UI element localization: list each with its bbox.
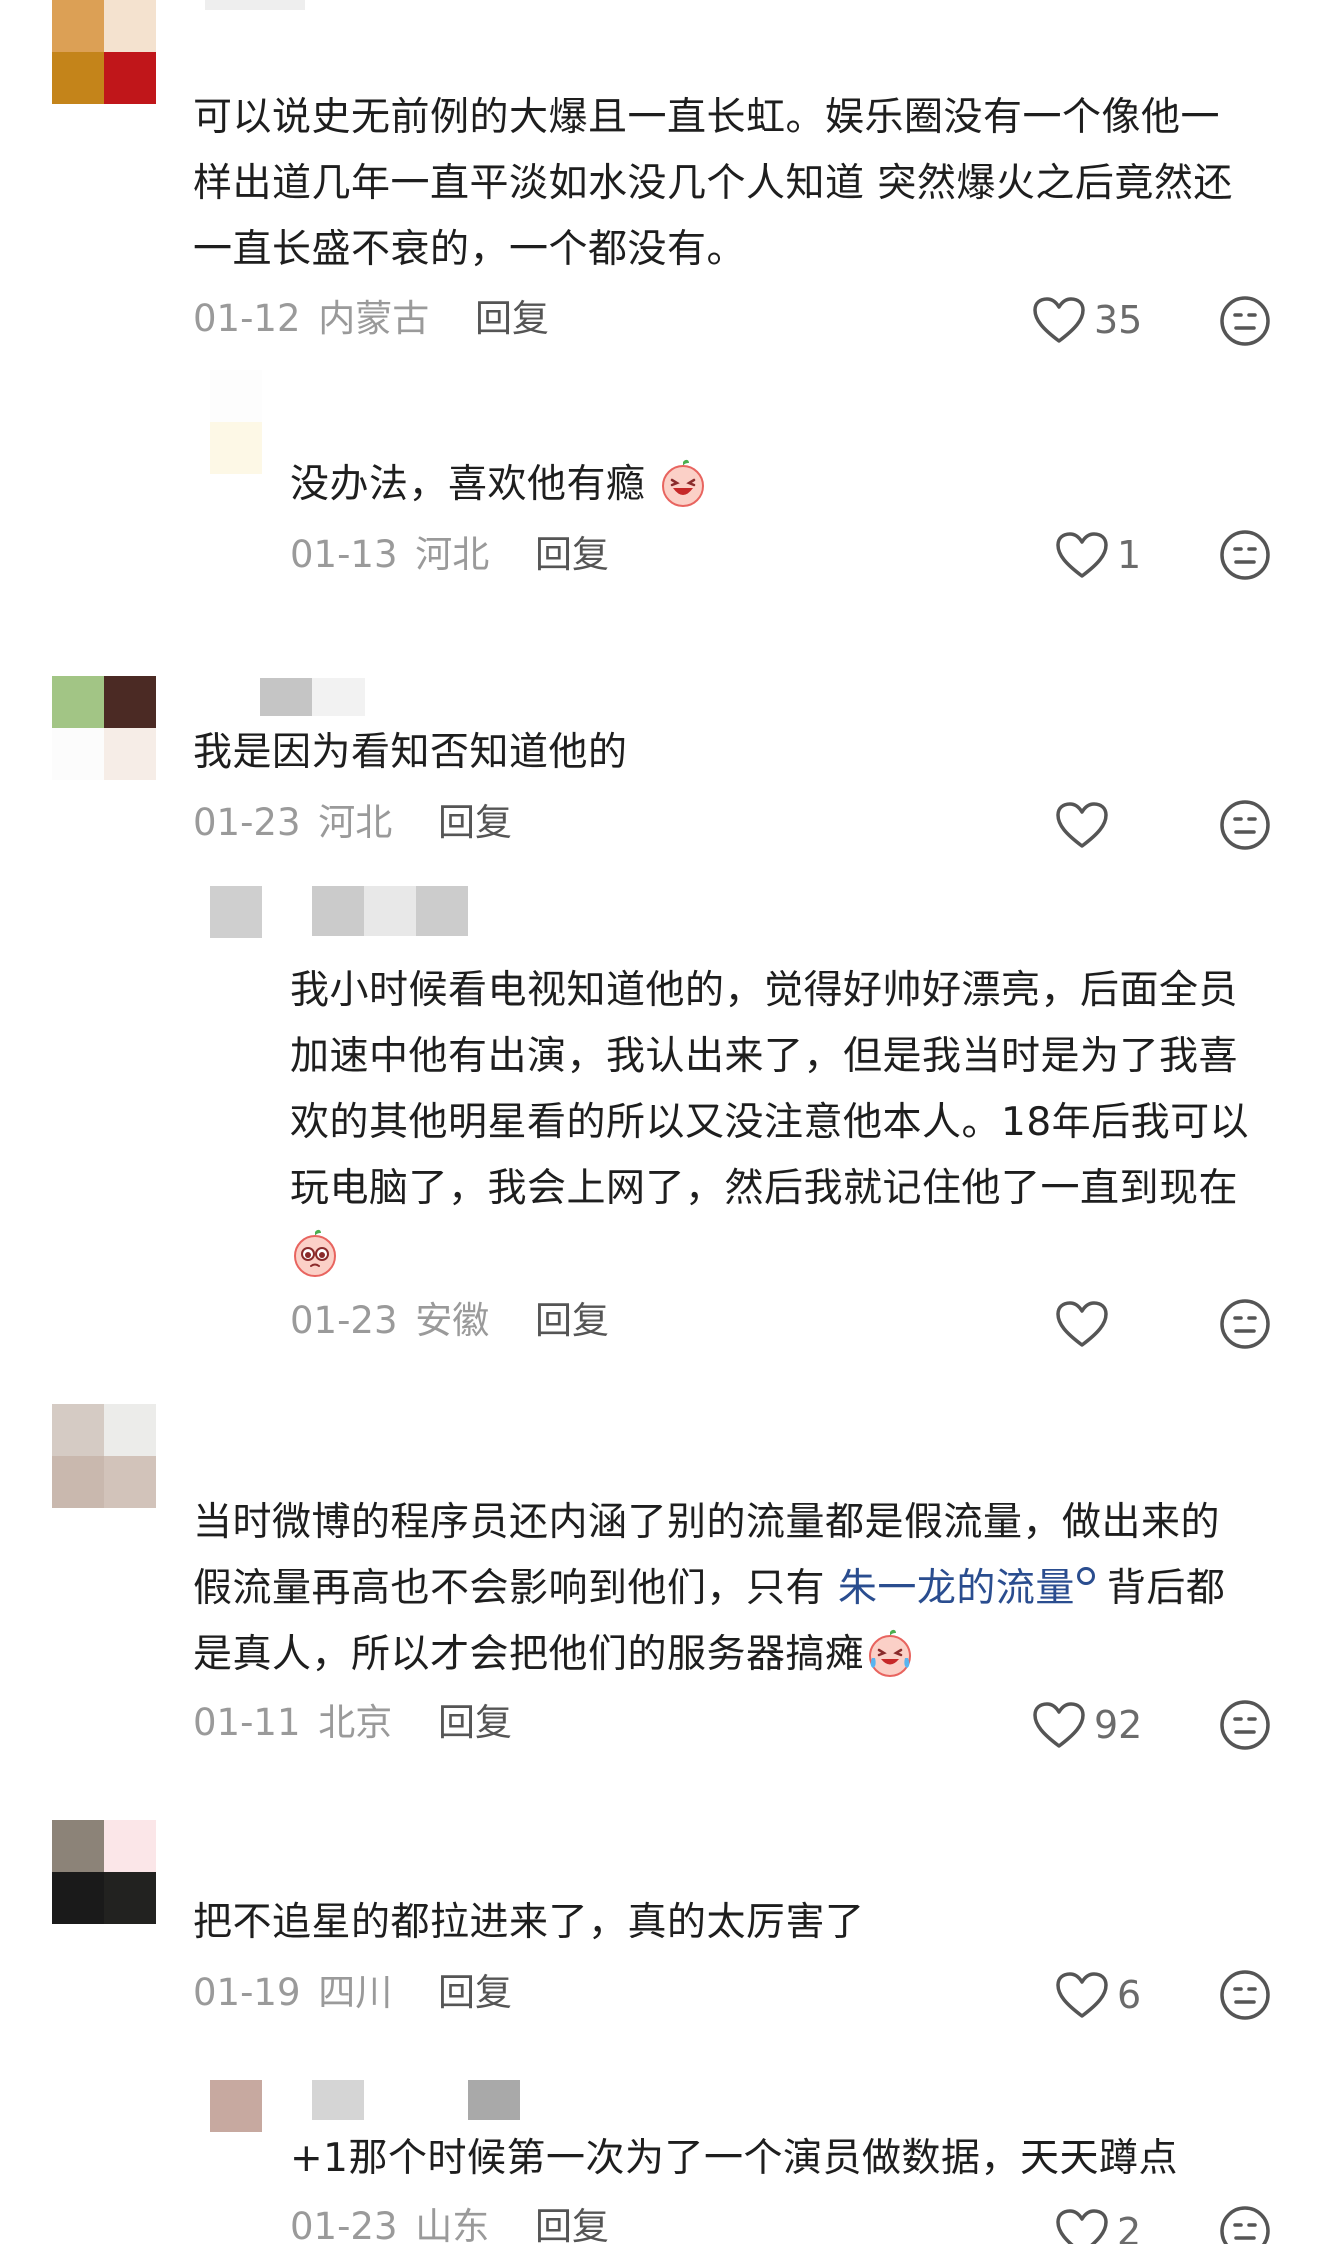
username-blurred[interactable] [312,886,468,936]
comment-date: 01-11 [193,1701,301,1744]
heart-outline-icon [1056,2209,1108,2244]
topic-link[interactable]: 朱一龙的流量 [838,1566,1075,1611]
like-button[interactable]: 2 [1055,2204,1141,2244]
like-count: 92 [1094,1703,1143,1747]
reply-button[interactable]: 回复 [535,2205,609,2244]
neutral-face-icon[interactable] [1218,1698,1272,1752]
comment-location: 河北 [415,533,490,576]
comment-location: 四川 [318,1971,393,2014]
laughing-emoji-icon [662,459,705,507]
username-blurred[interactable] [260,678,365,716]
like-button[interactable]: 6 [1055,1967,1141,2023]
like-count: 2 [1117,2210,1142,2244]
avatar[interactable] [210,886,262,990]
reply-button[interactable]: 回复 [535,1299,609,1342]
avatar[interactable] [52,676,156,780]
like-button[interactable]: 1 [1055,527,1141,583]
comment-meta: 01-12 内蒙古 回复 [193,294,549,344]
avatar[interactable] [52,1820,156,1924]
comment-meta: 01-19 四川 回复 [193,1968,512,2018]
like-button[interactable]: 92 [1032,1697,1142,1753]
neutral-face-icon[interactable] [1218,294,1272,348]
comment-meta: 01-13 河北 回复 [290,530,609,580]
heart-outline-icon [1056,802,1108,848]
crying-laughing-emoji-icon [868,1629,911,1677]
comment-date: 01-23 [290,1299,398,1342]
comment-date: 01-12 [193,297,301,340]
like-button[interactable] [1055,797,1117,853]
neutral-face-icon[interactable] [1218,798,1272,852]
comment-location: 河北 [318,801,393,844]
neutral-face-icon[interactable] [1218,1297,1272,1351]
comment-text: 把不追星的都拉进来了，真的太厉害了 [193,1900,865,1945]
comment-text-content: 没办法，喜欢他有瘾 [290,462,646,507]
search-icon [1076,1567,1095,1585]
like-count: 6 [1117,1973,1142,2017]
comment-text: 我是因为看知否知道他的 [193,730,628,775]
comment-text: 没办法，喜欢他有瘾 [290,452,1270,518]
comment-location: 北京 [318,1701,393,1744]
comment-meta: 01-11 北京 回复 [193,1698,512,1748]
comment-meta: 01-23 河北 回复 [193,798,512,848]
comment-text: 可以说史无前例的大爆且一直长虹。娱乐圈没有一个像他一样出道几年一直平淡如水没几个… [193,95,1233,272]
like-count: 35 [1094,298,1143,342]
comment-date: 01-19 [193,1971,301,2014]
comment-text: +1那个时候第一次为了一个演员做数据，天天蹲点 [290,2136,1178,2181]
neutral-face-icon[interactable] [1218,2204,1272,2244]
reply-button[interactable]: 回复 [438,1701,512,1744]
comment-text: 我小时候看电视知道他的，觉得好帅好漂亮，后面全员加速中他有出演，我认出来了，但是… [290,958,1270,1288]
reply-button[interactable]: 回复 [438,1971,512,2014]
reply-button[interactable]: 回复 [475,297,549,340]
username-blurred[interactable] [205,0,305,10]
like-button[interactable]: 35 [1032,292,1142,348]
neutral-face-icon[interactable] [1218,528,1272,582]
avatar[interactable] [210,370,262,474]
heart-outline-icon [1033,1702,1085,1748]
comment-location: 内蒙古 [318,297,430,340]
pleading-emoji-icon [294,1229,336,1277]
heart-outline-icon [1056,1972,1108,2018]
avatar[interactable] [210,2080,262,2132]
heart-outline-icon [1033,297,1085,343]
heart-outline-icon [1056,1301,1108,1347]
comment-text-content: 我小时候看电视知道他的，觉得好帅好漂亮，后面全员加速中他有出演，我认出来了，但是… [290,968,1250,1211]
like-button[interactable] [1055,1296,1117,1352]
username-blurred[interactable] [312,2080,522,2120]
heart-outline-icon [1056,532,1108,578]
avatar[interactable] [52,1404,156,1508]
like-count: 1 [1117,533,1142,577]
reply-button[interactable]: 回复 [535,533,609,576]
comment-location: 山东 [415,2205,490,2244]
comment-meta: 01-23 安徽 回复 [290,1296,609,1346]
avatar[interactable] [52,0,156,104]
comment-date: 01-13 [290,533,398,576]
reply-button[interactable]: 回复 [438,801,512,844]
comment-meta: 01-23 山东 回复 [290,2202,609,2244]
neutral-face-icon[interactable] [1218,1968,1272,2022]
comment-date: 01-23 [290,2205,398,2244]
comment-date: 01-23 [193,801,301,844]
comment-text: 当时微博的程序员还内涵了别的流量都是假流量，做出来的假流量再高也不会影响到他们，… [193,1490,1253,1688]
comment-location: 安徽 [415,1299,490,1342]
